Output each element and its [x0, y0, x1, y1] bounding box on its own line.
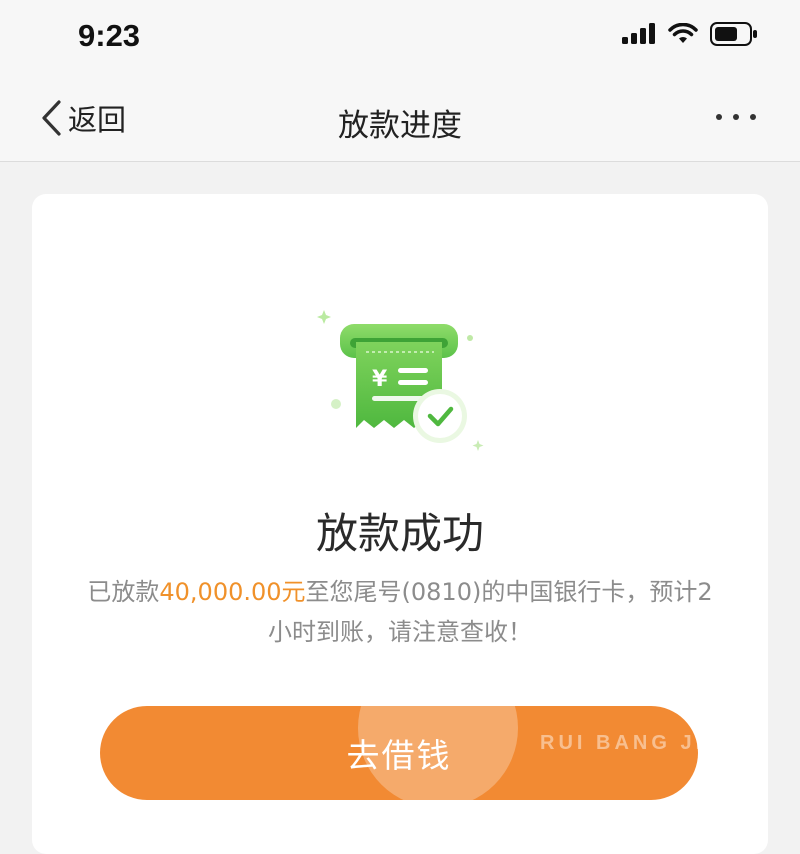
desc-prefix: 已放款 [87, 578, 160, 606]
status-bar: 9:23 [0, 0, 800, 72]
desc-suffix: 至您尾号(0810)的中国银行卡，预计2小时到账，请注意查收！ [268, 578, 713, 646]
svg-text:¥: ¥ [372, 367, 388, 392]
more-dots-icon [716, 114, 722, 120]
wifi-icon [668, 23, 698, 43]
nav-bar: 返回 放款进度 [0, 72, 800, 162]
status-icons [622, 22, 758, 46]
more-dot [733, 114, 739, 120]
battery-icon [710, 22, 757, 46]
signal-icon [622, 23, 655, 44]
result-description: 已放款40,000.00元至您尾号(0810)的中国银行卡，预计2小时到账，请注… [84, 572, 716, 652]
loan-amount: 40,000.00元 [159, 578, 306, 606]
more-button[interactable] [716, 114, 756, 120]
more-dot [750, 114, 756, 120]
receipt-check-icon: ¥ [317, 310, 484, 451]
status-time: 9:23 [78, 18, 141, 53]
borrow-button[interactable]: 去借钱 [100, 706, 698, 800]
result-title: 放款成功 [315, 509, 484, 558]
borrow-button-label: 去借钱 [346, 736, 452, 775]
page-title: 放款进度 [338, 108, 462, 144]
